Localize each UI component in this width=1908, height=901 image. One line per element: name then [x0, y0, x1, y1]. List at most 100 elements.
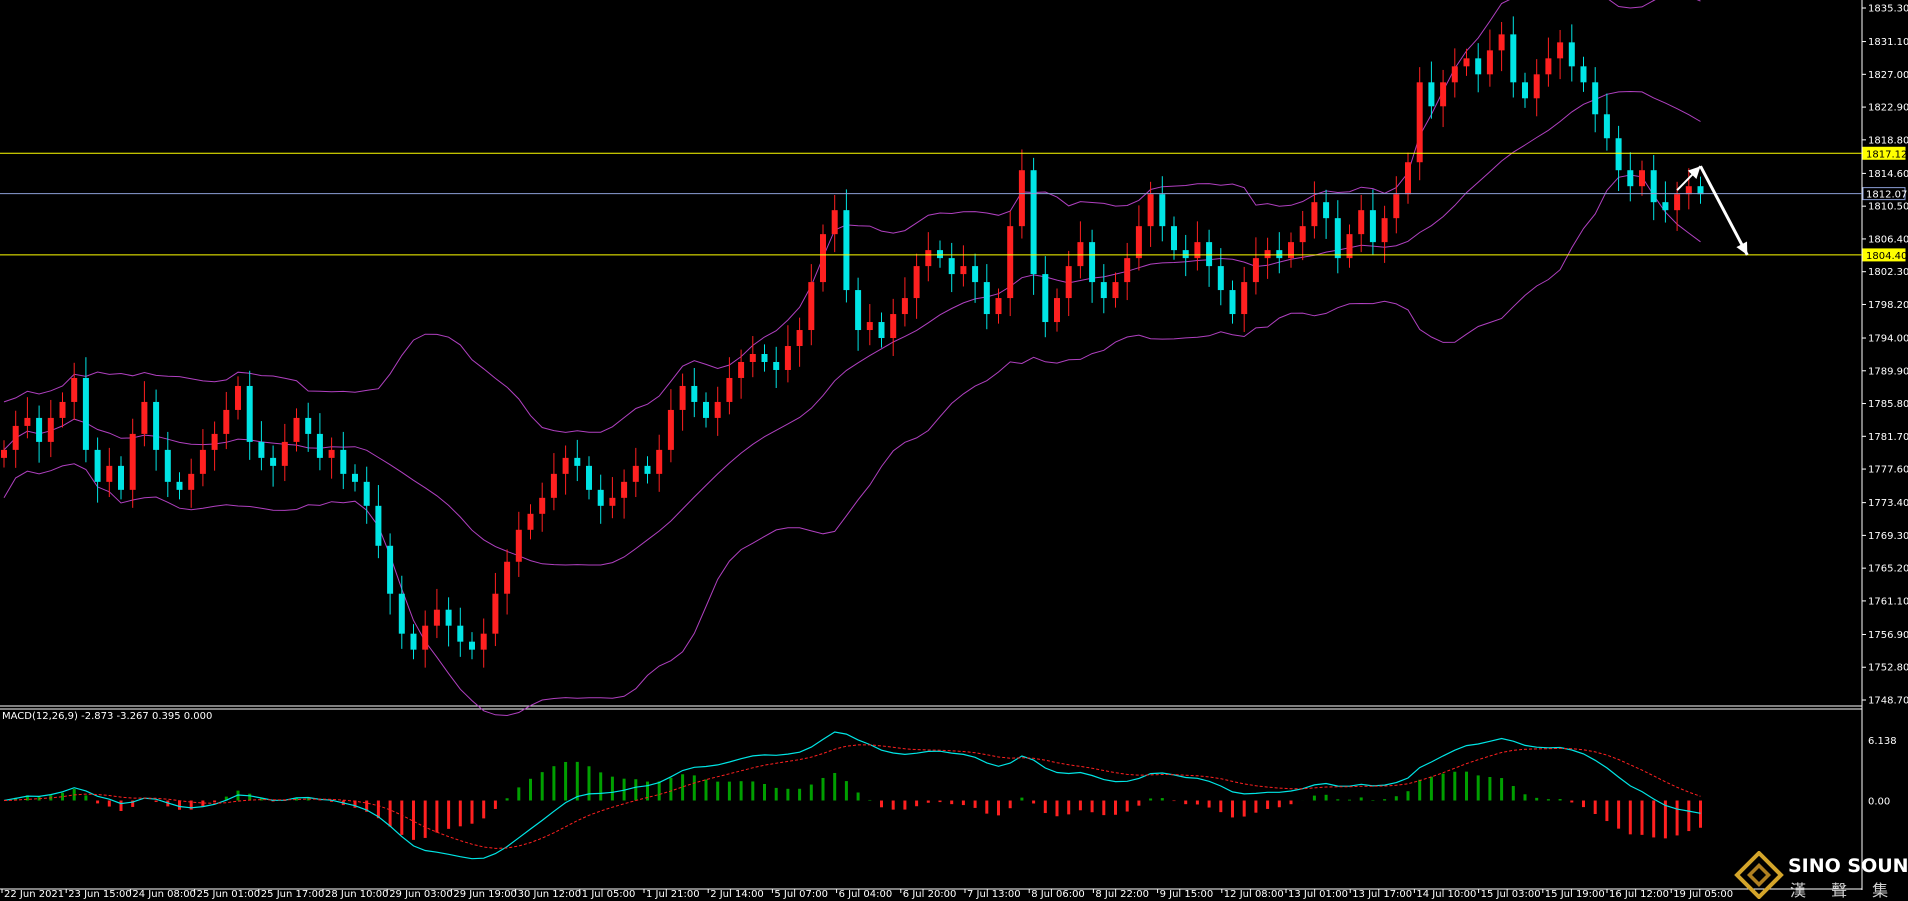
candle-body — [387, 545, 394, 594]
candle-body — [1124, 258, 1131, 283]
price-tick-label: 1831.10 — [1868, 37, 1908, 48]
candle-body — [1486, 50, 1493, 75]
candle-body — [433, 609, 440, 626]
price-tick-label: 1818.80 — [1868, 135, 1908, 146]
macd-axis-label: 0.00 — [1868, 797, 1890, 808]
candle-body — [1112, 282, 1119, 299]
candle-body — [1299, 226, 1306, 243]
candle-body — [539, 497, 546, 514]
candle-body — [235, 385, 241, 410]
candle-body — [1381, 218, 1388, 243]
diamond-logo-icon — [1734, 851, 1784, 899]
candle-body — [71, 377, 78, 402]
candle-body — [1054, 298, 1060, 323]
price-tick-label: 1777.60 — [1868, 465, 1908, 476]
candle-body — [1510, 34, 1517, 83]
logo-name: SINO SOUND — [1788, 855, 1908, 877]
candle-body — [188, 473, 195, 490]
candle-body — [808, 282, 815, 331]
candle-body — [937, 250, 943, 259]
candle-body — [726, 377, 733, 402]
candle-body — [843, 210, 850, 291]
time-tick-label: 29 Jun 03:00 — [389, 889, 453, 900]
candle-body — [94, 449, 101, 482]
time-tick-label: 19 Jul 05:00 — [1673, 889, 1733, 900]
price-tick-label: 1769.30 — [1868, 531, 1908, 542]
candle-body — [597, 489, 604, 506]
price-tick-label: 1822.90 — [1868, 103, 1908, 114]
candle-body — [211, 433, 218, 450]
candle-body — [1475, 58, 1482, 75]
candle-body — [644, 465, 651, 474]
candle-body — [1065, 266, 1072, 299]
price-tick-label: 1761.10 — [1868, 596, 1908, 607]
time-tick-label: 8 Jul 06:00 — [1031, 889, 1085, 900]
candle-body — [1557, 42, 1564, 59]
time-tick-label: 29 Jun 19:00 — [453, 889, 517, 900]
candle-body — [1627, 170, 1634, 187]
candle-body — [445, 609, 452, 626]
candle-body — [527, 513, 534, 530]
candle-body — [1545, 58, 1552, 75]
candle-body — [1416, 82, 1423, 163]
time-tick-label: 16 Jul 12:00 — [1609, 889, 1669, 900]
candle-body — [1533, 74, 1540, 99]
candle-body — [1288, 242, 1294, 259]
candle-body — [1206, 242, 1213, 267]
candle-body — [1182, 250, 1189, 259]
candle-body — [129, 433, 136, 490]
candle-body — [106, 465, 113, 482]
candle-body — [691, 385, 698, 402]
candle-body — [480, 633, 487, 650]
candle-body — [1147, 194, 1154, 227]
candle-body — [1428, 82, 1435, 107]
candle-body — [550, 473, 557, 498]
candle-body — [1603, 114, 1610, 139]
candle-body — [457, 625, 464, 642]
time-tick-label: 15 Jul 03:00 — [1481, 889, 1541, 900]
time-tick-label: 6 Jul 20:00 — [903, 889, 957, 900]
price-chart[interactable]: 1835.30 1831.10 1827.00 1822.90 1818.80 1814.… — [0, 0, 1908, 901]
candle-body — [1697, 186, 1704, 195]
price-tick-label: 1756.90 — [1868, 630, 1908, 641]
candle-body — [164, 449, 171, 482]
candle-body — [1334, 218, 1341, 259]
time-tick-label: 22 Jun 2021 — [4, 889, 64, 900]
candle-body — [855, 290, 862, 331]
candle-body — [1662, 202, 1669, 211]
candle-body — [293, 417, 300, 442]
candle-body — [1264, 250, 1271, 259]
candle-body — [1194, 242, 1201, 259]
candle-body — [913, 266, 920, 299]
candle-body — [1498, 34, 1505, 51]
price-tick-label: 1827.00 — [1868, 70, 1908, 81]
macd-signal-line — [3, 744, 1701, 849]
candle-body — [199, 449, 206, 474]
time-tick-label: 25 Jun 01:00 — [197, 889, 261, 900]
candle-body — [410, 633, 417, 650]
candle-body — [749, 354, 756, 362]
candle-body — [773, 361, 780, 370]
time-tick-label: 13 Jul 01:00 — [1288, 889, 1348, 900]
candle-body — [738, 361, 745, 378]
price-tick-label: 1781.70 — [1868, 432, 1908, 443]
candle-body — [515, 529, 522, 562]
candle-body — [679, 385, 686, 410]
candle-body — [258, 441, 265, 458]
candle-body — [1592, 82, 1599, 115]
candle-body — [223, 409, 230, 434]
time-tick-label: 12 Jul 08:00 — [1224, 889, 1284, 900]
candle-body — [47, 417, 54, 442]
candle-body — [1358, 210, 1365, 235]
candle-body — [1615, 138, 1622, 171]
candle-body — [1, 449, 7, 458]
candle-body — [632, 465, 639, 482]
candle-body — [1323, 202, 1330, 219]
candle-body — [1674, 194, 1681, 211]
candle-body — [1393, 194, 1400, 219]
candle-body — [562, 457, 569, 474]
macd-indicator-label: MACD(12,26,9) -2.873 -3.267 0.395 0.000 — [2, 711, 212, 722]
candle-body — [82, 377, 89, 450]
candle-body — [820, 234, 826, 283]
price-tick-label: 1814.60 — [1868, 169, 1908, 180]
